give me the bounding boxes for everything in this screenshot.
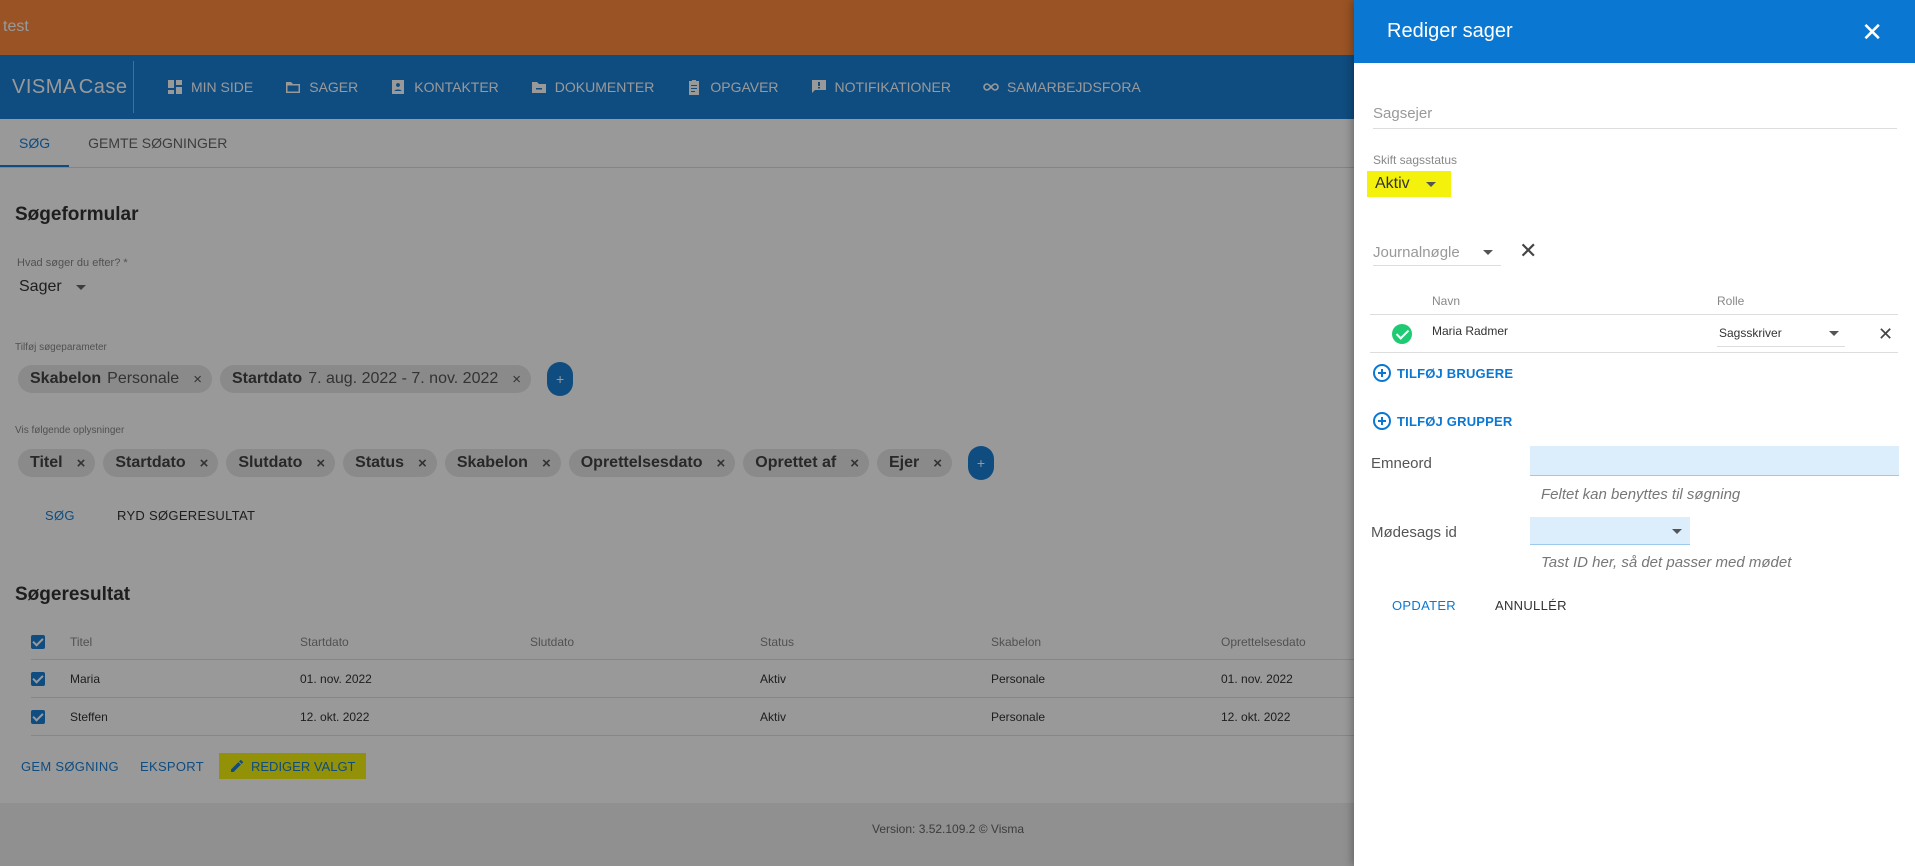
panel-header: Rediger sager ✕	[1354, 0, 1915, 63]
status-select[interactable]: Aktiv	[1367, 171, 1451, 197]
chevron-down-icon	[1672, 529, 1682, 534]
plus-circle-icon	[1373, 412, 1391, 430]
add-groups-button[interactable]: TILFØJ GRUPPER	[1373, 412, 1512, 430]
edit-cases-panel: Rediger sager ✕	[1354, 0, 1915, 866]
case-owner-field[interactable]: Sagsejer	[1373, 105, 1897, 129]
chevron-down-icon	[1483, 250, 1493, 255]
clear-journal-icon[interactable]: ✕	[1519, 240, 1537, 262]
status-value: Aktiv	[1375, 175, 1410, 192]
meeting-id-label: Mødesags id	[1371, 524, 1457, 541]
remove-user-icon[interactable]: ✕	[1878, 325, 1893, 343]
user-row: Maria Radmer Sagsskriver ✕	[1370, 315, 1898, 353]
users-table-header: Navn Rolle	[1370, 287, 1898, 315]
role-value: Sagsskriver	[1719, 326, 1782, 340]
add-users-label: TILFØJ BRUGERE	[1397, 365, 1514, 381]
panel-title: Rediger sager	[1387, 20, 1513, 42]
check-circle-icon	[1392, 323, 1412, 344]
col-role: Rolle	[1717, 293, 1745, 308]
col-name: Navn	[1432, 293, 1461, 308]
journal-key-placeholder: Journalnøgle	[1373, 244, 1460, 261]
plus-circle-icon	[1373, 364, 1391, 382]
users-table: Navn Rolle Maria Radmer Sagsskriver ✕	[1370, 287, 1898, 353]
meeting-id-select[interactable]	[1530, 517, 1690, 545]
keywords-input[interactable]	[1530, 446, 1899, 476]
add-users-button[interactable]: TILFØJ BRUGERE	[1373, 364, 1513, 382]
keywords-label: Emneord	[1371, 455, 1432, 472]
user-name: Maria Radmer	[1432, 323, 1509, 338]
status-label: Skift sagsstatus	[1373, 153, 1458, 167]
keywords-hint: Feltet kan benyttes til søgning	[1541, 486, 1741, 503]
chevron-down-icon	[1425, 181, 1436, 187]
update-button[interactable]: OPDATER	[1392, 598, 1456, 613]
close-icon[interactable]: ✕	[1861, 19, 1883, 45]
chevron-down-icon	[1829, 330, 1839, 336]
role-select[interactable]: Sagsskriver	[1717, 321, 1845, 347]
meeting-id-hint: Tast ID her, så det passer med mødet	[1541, 554, 1792, 571]
cancel-button[interactable]: ANNULLÉR	[1495, 598, 1567, 613]
add-groups-label: TILFØJ GRUPPER	[1397, 413, 1513, 429]
journal-key-select[interactable]: Journalnøgle	[1373, 240, 1501, 266]
